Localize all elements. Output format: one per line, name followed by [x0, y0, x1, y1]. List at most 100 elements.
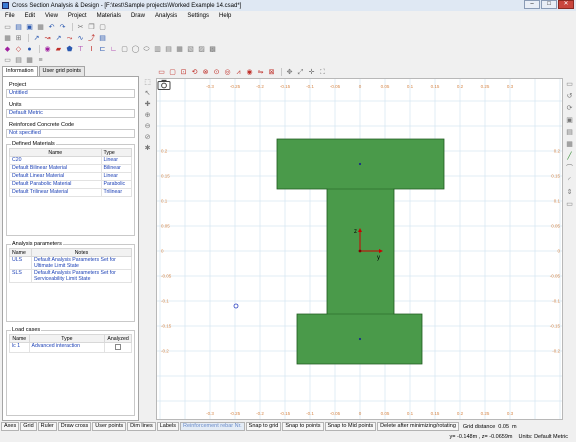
rectangle-shape-icon[interactable]: ▰ — [54, 45, 63, 54]
rotate-icon[interactable]: ⟲ — [190, 68, 199, 77]
moment-curvature-icon[interactable]: ∿ — [76, 34, 85, 43]
table-row[interactable]: C20 Linear — [9, 156, 132, 165]
list-view-icon[interactable]: ≡ — [36, 56, 45, 65]
stress-diagram-icon[interactable]: ↝ — [43, 34, 52, 43]
table-row[interactable]: lc 1 Advanced interaction — [9, 342, 132, 353]
open-folder-icon[interactable]: ▤ — [14, 23, 23, 32]
view-print-icon[interactable]: ▦ — [565, 140, 574, 149]
results-chart-icon[interactable]: ⤴ — [87, 34, 96, 43]
menu-analysis[interactable]: Analysis — [150, 13, 182, 19]
undo-icon[interactable]: ↶ — [47, 23, 56, 32]
table-row[interactable]: Default Parabolic Material Parabolic — [9, 180, 132, 189]
print-icon[interactable]: ▦ — [36, 23, 45, 32]
zoom-out-icon[interactable]: ⊖ — [143, 122, 152, 131]
ibeam-shape-icon[interactable]: Ⅰ — [87, 45, 96, 54]
record-icon[interactable]: ◉ — [245, 68, 254, 77]
toggle-user-points-button[interactable]: User points — [92, 422, 127, 431]
redo-icon[interactable]: ↷ — [58, 23, 67, 32]
rc-code-field[interactable]: Not specified — [6, 129, 135, 138]
zoom-in-icon[interactable]: ⊕ — [143, 111, 152, 120]
grid-distance-value[interactable]: 0.05 — [498, 424, 509, 430]
snap-to-points-button[interactable]: Snap to points — [282, 422, 324, 431]
snap-center-icon[interactable]: ◎ — [223, 68, 232, 77]
menu-view[interactable]: View — [40, 13, 63, 19]
polygon-shape-icon[interactable]: ⬟ — [65, 45, 74, 54]
menu-materials[interactable]: Materials — [92, 13, 126, 19]
pipe-shape-icon[interactable]: ◯ — [131, 45, 140, 54]
snap-to-grid-button[interactable]: Snap to grid — [245, 422, 282, 431]
new-file-icon[interactable]: ▭ — [3, 23, 12, 32]
select-arrow-icon[interactable]: ⬚ — [143, 78, 152, 87]
channel-shape-icon[interactable]: ⊏ — [98, 45, 107, 54]
camera-icon[interactable] — [157, 79, 171, 90]
toggle-axes-button[interactable]: Axes — [1, 422, 20, 431]
comment-icon[interactable]: ▭ — [565, 200, 574, 209]
column-header-type[interactable]: Type — [100, 148, 132, 157]
results-table-icon[interactable]: ▤ — [98, 34, 107, 43]
layer-toggle-icon[interactable]: ▤ — [565, 128, 574, 137]
draw-hole-icon[interactable]: ◇ — [14, 45, 23, 54]
table-row[interactable]: SLS Default Analysis Parameters Set for … — [9, 269, 133, 283]
toggle-ruler-button[interactable]: Ruler — [37, 422, 57, 431]
save-icon[interactable]: ▣ — [25, 23, 34, 32]
copy-icon[interactable]: ❐ — [87, 23, 96, 32]
column-header-type[interactable]: Type — [28, 334, 106, 343]
table-row[interactable]: Default Bilinear Material Bilinear — [9, 164, 132, 173]
scale-icon[interactable]: ⤢ — [296, 68, 305, 77]
target-icon[interactable]: ⊗ — [201, 68, 210, 77]
menu-edit[interactable]: Edit — [20, 13, 40, 19]
toggle-grid-button[interactable]: Grid — [20, 422, 37, 431]
mirror-icon[interactable]: ⇋ — [256, 68, 265, 77]
menu-project[interactable]: Project — [63, 13, 92, 19]
box-shape-icon[interactable]: ▢ — [120, 45, 129, 54]
export-icon[interactable]: ▩ — [208, 45, 217, 54]
column-header-notes[interactable]: Notes — [30, 248, 133, 257]
maximize-button[interactable]: □ — [541, 0, 557, 9]
menu-file[interactable]: File — [0, 13, 20, 19]
analyzed-checkbox[interactable] — [115, 344, 122, 350]
section-drawing[interactable]: -0.3 -0.3 -0.25 -0.25 -0.2 -0.2 -0.15 -0.15 -0.1… — [157, 79, 563, 420]
polyline-icon[interactable]: ⩘ — [234, 68, 243, 77]
pan-hand-icon[interactable]: ✚ — [143, 100, 152, 109]
menu-help[interactable]: Help — [214, 13, 236, 19]
table-view-icon[interactable]: ▦ — [25, 56, 34, 65]
fit-icon[interactable]: ⊠ — [267, 68, 276, 77]
view-top-icon[interactable]: ▭ — [565, 80, 574, 89]
report-icon[interactable]: ▨ — [197, 45, 206, 54]
interaction-diagram-icon[interactable]: ⤳ — [65, 34, 74, 43]
minimize-button[interactable]: – — [524, 0, 540, 9]
table-row[interactable]: Default Trilinear Material Trilinear — [9, 188, 132, 197]
menu-settings[interactable]: Settings — [182, 13, 214, 19]
layer-icon[interactable]: ▥ — [153, 45, 162, 54]
drawing-canvas[interactable]: -0.3 -0.3 -0.25 -0.25 -0.2 -0.2 -0.15 -0.15 -0.1… — [156, 78, 563, 420]
properties-icon[interactable]: ▦ — [175, 45, 184, 54]
diagram-icon[interactable]: ↗ — [32, 34, 41, 43]
paste-icon[interactable]: ▢ — [98, 23, 107, 32]
strain-diagram-icon[interactable]: ↗ — [54, 34, 63, 43]
zoom-extents-icon[interactable]: ⊞ — [14, 34, 23, 43]
table-row[interactable]: Default Linear Material Linear — [9, 172, 132, 181]
snap-to-mid-points-button[interactable]: Snap to Mid points — [324, 422, 377, 431]
dimension-tool-icon[interactable]: ⇕ — [565, 188, 574, 197]
column-header-name[interactable]: Name — [9, 334, 30, 343]
center-point-icon[interactable]: ⊙ — [212, 68, 221, 77]
angle-shape-icon[interactable]: ∟ — [109, 45, 118, 54]
toggle-draw-cross-button[interactable]: Draw cross — [57, 422, 92, 431]
ellipse-shape-icon[interactable]: ⬭ — [142, 45, 151, 54]
close-button[interactable]: ✕ — [558, 0, 574, 9]
arc-tool-icon[interactable]: ◜ — [565, 176, 574, 185]
column-header-name[interactable]: Name — [9, 248, 32, 257]
menu-draw[interactable]: Draw — [126, 13, 150, 19]
table-row[interactable]: ULS Default Analysis Parameters Set for … — [9, 256, 133, 270]
page-setup-icon[interactable]: ▭ — [3, 56, 12, 65]
select-rect-icon[interactable]: ▭ — [157, 68, 166, 77]
view-save-icon[interactable]: ▣ — [565, 116, 574, 125]
project-field[interactable]: Untitled — [6, 89, 135, 98]
toggle-rebar-number-button[interactable]: Reinforcement rebar Nr. — [179, 422, 245, 431]
tee-shape-icon[interactable]: ⊤ — [76, 45, 85, 54]
zoom-all-icon[interactable]: ✱ — [143, 144, 152, 153]
line-tool-icon[interactable]: ╱ — [565, 152, 574, 161]
tab-user-grid-points[interactable]: User grid points — [38, 66, 86, 76]
fullscreen-icon[interactable]: ⛶ — [318, 68, 327, 77]
add-rebar-icon[interactable]: ● — [25, 45, 34, 54]
